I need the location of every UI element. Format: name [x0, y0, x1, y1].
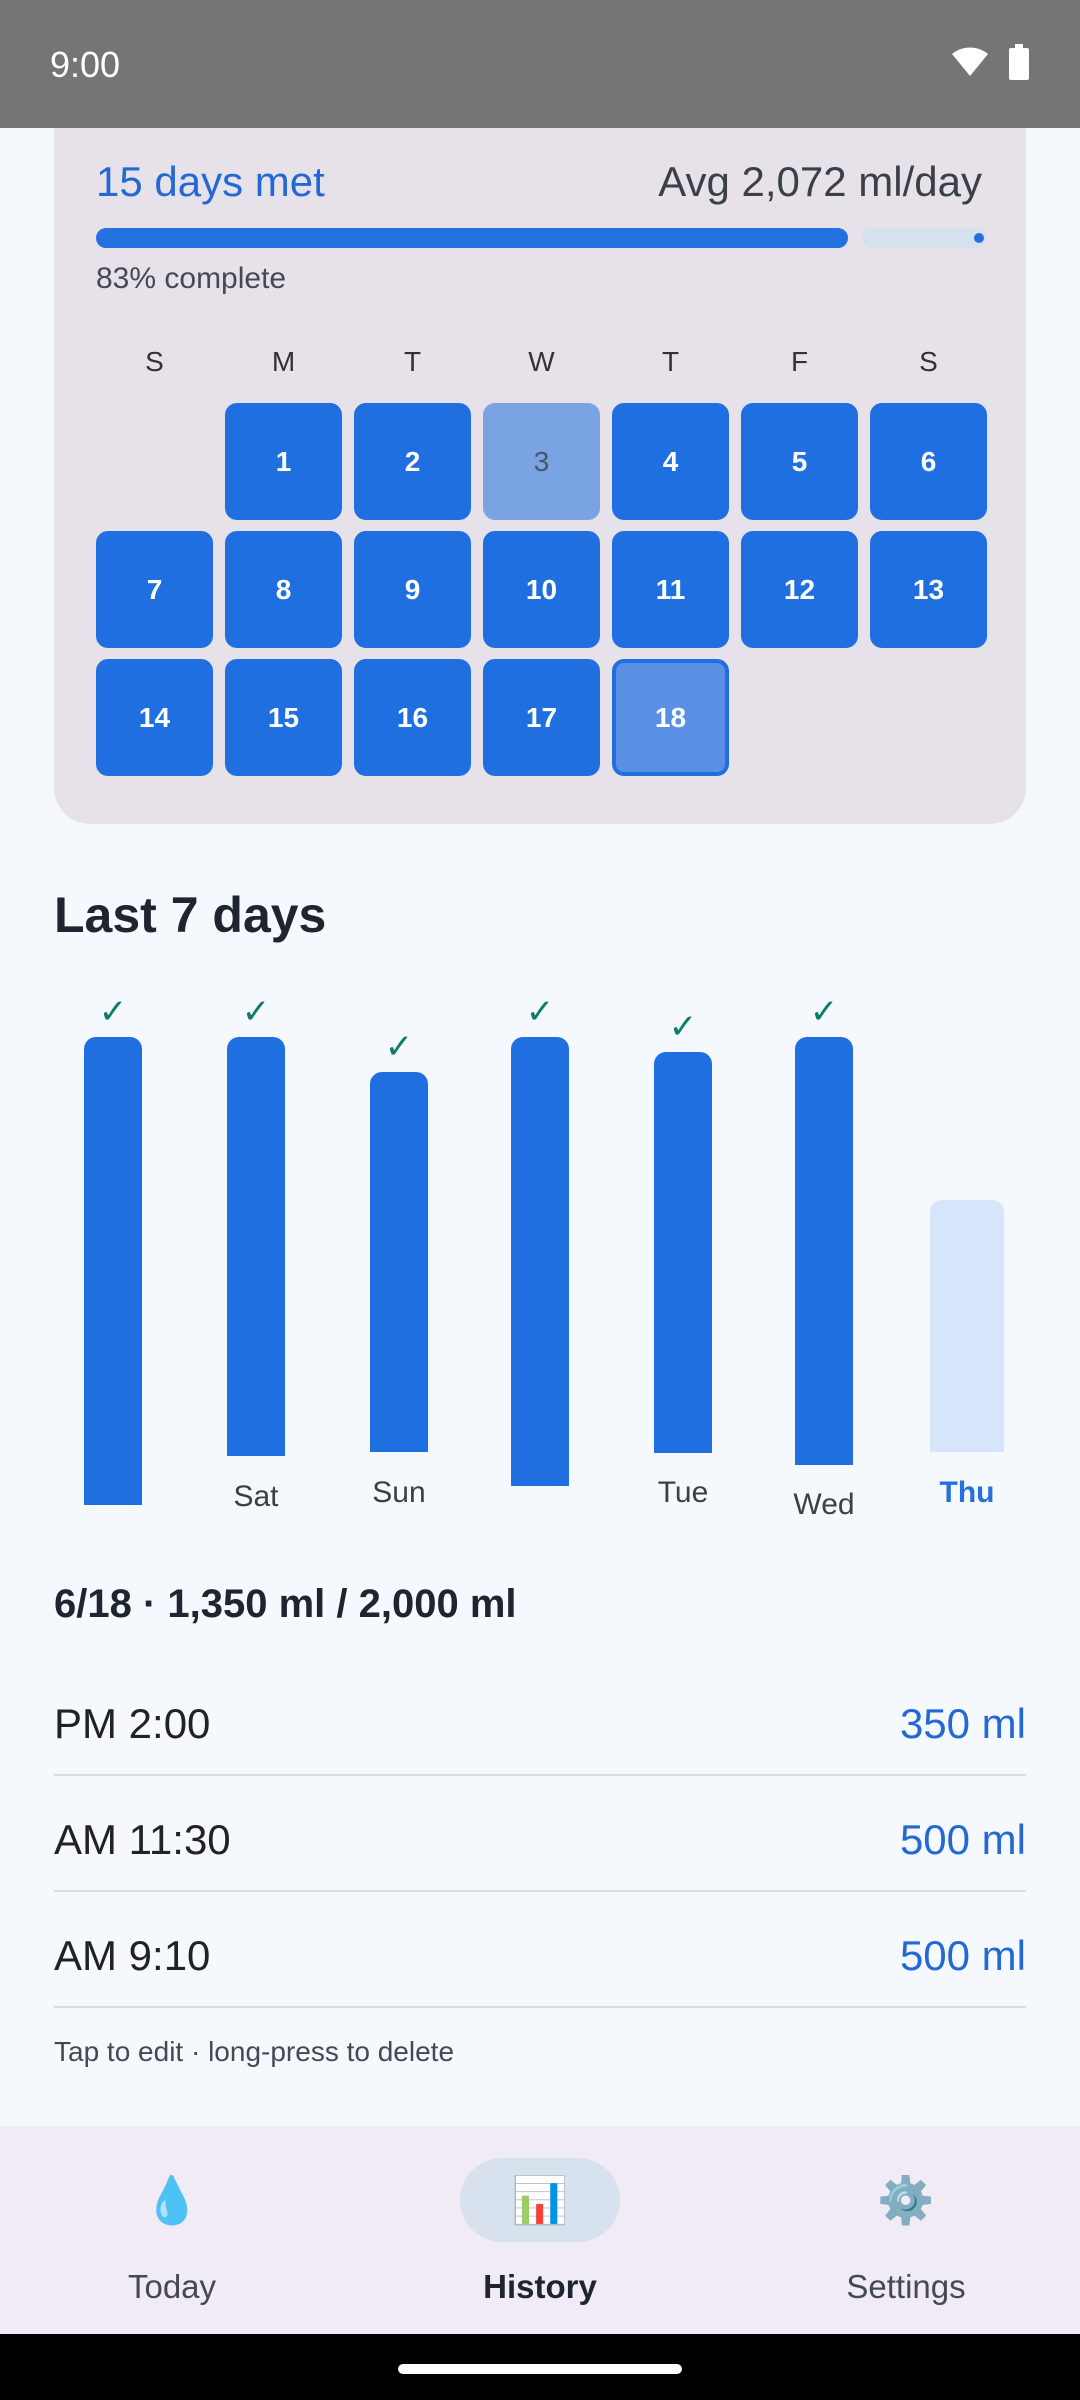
- entry-amount: 500 ml: [899, 1816, 1026, 1863]
- calendar-day[interactable]: 6: [870, 403, 987, 520]
- intake-entry[interactable]: AM 9:10 500 ml: [54, 1892, 1026, 2008]
- calendar-day[interactable]: 10: [483, 531, 600, 648]
- day-bar[interactable]: [227, 1037, 285, 1456]
- calendar-day[interactable]: 9: [354, 531, 471, 648]
- intake-entry[interactable]: AM 11:30 500 ml: [54, 1776, 1026, 1892]
- weekday-mon: M: [271, 346, 296, 377]
- day-label: Wed: [793, 1488, 855, 1521]
- day-bar[interactable]: [370, 1072, 428, 1452]
- goal-met-check: ✓: [525, 993, 555, 1031]
- calendar-grid: 1 2 3 4 5 6 7 8 9 10 11 12 13 14 15 16 1…: [96, 403, 987, 776]
- weekday-fri: F: [790, 346, 809, 377]
- day-label: Sat: [233, 1480, 279, 1513]
- nav-today-label: Today: [127, 2268, 217, 2305]
- calendar-day[interactable]: 15: [225, 659, 342, 776]
- nav-settings-label: Settings: [846, 2268, 966, 2305]
- gear-icon: ⚙️: [877, 2173, 935, 2226]
- nav-today[interactable]: 💧 Today: [62, 2158, 282, 2308]
- weekday-sat: S: [919, 346, 938, 377]
- bar-chart-icon: 📊: [460, 2158, 620, 2242]
- selected-day-summary: 6/18 · 1,350 ml / 2,000 ml: [54, 1582, 517, 1626]
- calendar-day[interactable]: 4: [612, 403, 729, 520]
- calendar-day[interactable]: 13: [870, 531, 987, 648]
- weekday-wed: W: [528, 346, 555, 377]
- day-label-current: Thu: [939, 1476, 995, 1509]
- day-bar[interactable]: [84, 1037, 142, 1505]
- calendar-day[interactable]: 8: [225, 531, 342, 648]
- water-drop-icon: 💧: [143, 2173, 201, 2226]
- goal-met-check: ✓: [668, 1008, 698, 1046]
- status-bar: 9:00: [0, 0, 1080, 128]
- calendar-day[interactable]: 2: [354, 403, 471, 520]
- day-bar[interactable]: [511, 1037, 569, 1486]
- nav-history[interactable]: 📊 History: [430, 2158, 650, 2308]
- entry-amount: 500 ml: [899, 1932, 1026, 1979]
- status-time: 9:00: [50, 44, 121, 85]
- progress-remaining: [862, 228, 986, 248]
- home-indicator[interactable]: [398, 2364, 682, 2374]
- entry-time: AM 11:30: [54, 1816, 231, 1863]
- nav-settings[interactable]: ⚙️ Settings: [796, 2158, 1016, 2308]
- calendar-day[interactable]: 12: [741, 531, 858, 648]
- day-bar[interactable]: [795, 1037, 853, 1465]
- goal-met-check: ✓: [809, 993, 839, 1031]
- calendar-day[interactable]: 1: [225, 403, 342, 520]
- calendar-day[interactable]: 5: [741, 403, 858, 520]
- day-bar[interactable]: [654, 1052, 712, 1453]
- day-label: Tue: [657, 1476, 709, 1509]
- progress-text: 83% complete: [96, 262, 287, 295]
- intake-entry[interactable]: PM 2:00 350 ml: [54, 1660, 1026, 1776]
- entry-time: PM 2:00: [54, 1700, 211, 1747]
- edit-hint: Tap to edit · long-press to delete: [54, 2036, 455, 2067]
- weekday-thu: T: [661, 346, 680, 377]
- goal-met-check: ✓: [98, 993, 128, 1031]
- average-intake: Avg 2,072 ml/day: [658, 158, 982, 205]
- weekday-sun: S: [145, 346, 164, 377]
- day-label: Sun: [372, 1476, 426, 1509]
- progress-fill: [96, 228, 848, 248]
- nav-history-label: History: [483, 2268, 597, 2305]
- calendar-empty-cell: [96, 403, 213, 520]
- goal-met-check: ✓: [384, 1028, 414, 1066]
- weekday-tue: T: [403, 346, 422, 377]
- calendar-day-selected[interactable]: 18: [612, 659, 729, 776]
- progress-bar: [96, 228, 986, 248]
- month-summary-card: 15 days met Avg 2,072 ml/day 83% complet…: [54, 128, 1026, 824]
- gesture-bar: [0, 2334, 1080, 2400]
- last-7-days-chart: ✓ ✓ ✓ ✓ ✓ ✓ Sat Sun Tue Wed Thu: [0, 990, 1080, 1530]
- entry-amount: 350 ml: [899, 1700, 1026, 1747]
- calendar-day[interactable]: 17: [483, 659, 600, 776]
- calendar-day[interactable]: 16: [354, 659, 471, 776]
- calendar-day[interactable]: 3: [483, 403, 600, 520]
- day-bar-current[interactable]: [930, 1200, 1004, 1452]
- weekday-header: S M T W T F S: [96, 346, 986, 378]
- wifi-icon: [950, 46, 990, 83]
- entry-time: AM 9:10: [54, 1932, 211, 1979]
- goal-met-check: ✓: [241, 993, 271, 1031]
- calendar-day[interactable]: 7: [96, 531, 213, 648]
- days-met: 15 days met: [96, 158, 325, 205]
- calendar-day[interactable]: 11: [612, 531, 729, 648]
- section-title: Last 7 days: [54, 887, 327, 943]
- bottom-navigation: 💧 Today 📊 History ⚙️ Settings: [0, 2126, 1080, 2334]
- status-icons: [950, 44, 1030, 85]
- progress-end-dot: [974, 233, 984, 243]
- calendar-day[interactable]: 14: [96, 659, 213, 776]
- battery-icon: [1008, 44, 1030, 85]
